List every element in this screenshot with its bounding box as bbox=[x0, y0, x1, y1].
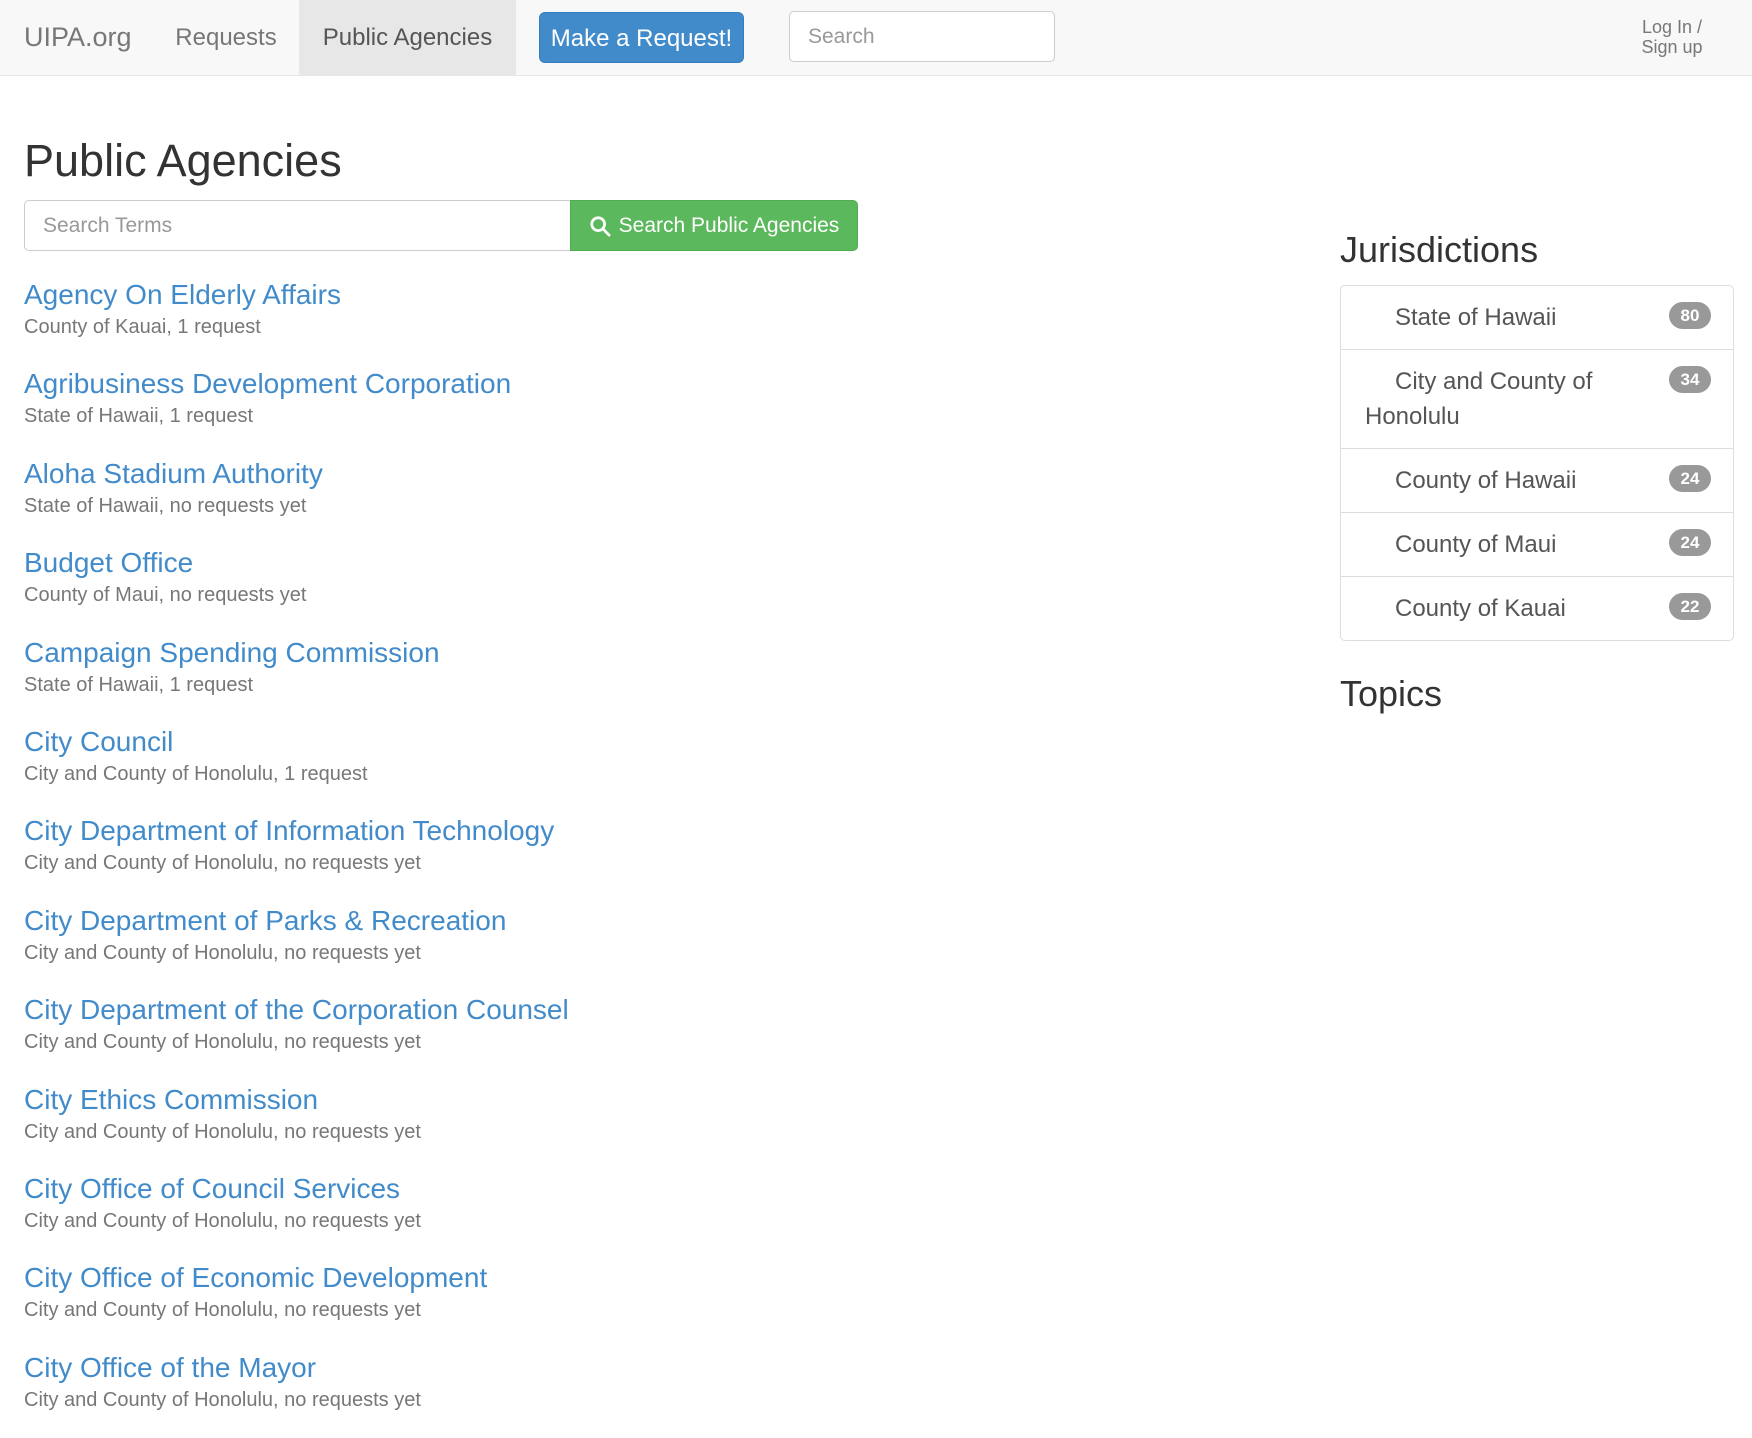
agency-link[interactable]: Campaign Spending Commission bbox=[24, 633, 1224, 673]
jurisdiction-label: County of Kauai bbox=[1395, 595, 1566, 622]
agency-meta: County of Kauai, 1 request bbox=[24, 316, 261, 338]
jurisdictions-list: State of Hawaii 80 City and County of Ho… bbox=[1340, 285, 1734, 641]
agency-link[interactable]: Budget Office bbox=[24, 543, 1224, 583]
agency-meta: City and County of Honolulu, no requests… bbox=[24, 1209, 421, 1232]
agency-item: Aloha Stadium Authority State of Hawaii,… bbox=[24, 454, 1224, 543]
jurisdiction-item[interactable]: County of Kauai 22 bbox=[1341, 576, 1733, 640]
signup-label: Sign up bbox=[1641, 37, 1703, 57]
jurisdictions-heading: Jurisdictions bbox=[1340, 229, 1539, 270]
jurisdiction-count-badge: 22 bbox=[1669, 593, 1711, 620]
agency-meta: State of Hawaii, 1 request bbox=[24, 673, 254, 696]
navbar: UIPA.org Requests Public Agencies Make a… bbox=[0, 0, 1752, 76]
jurisdiction-count-badge: 24 bbox=[1669, 529, 1711, 556]
search-button-label: Search Public Agencies bbox=[618, 213, 840, 237]
agency-list: Agency On Elderly Affairs County of Kaua… bbox=[24, 275, 1224, 1437]
agency-link[interactable]: Aloha Stadium Authority bbox=[24, 454, 1224, 494]
jurisdiction-item[interactable]: County of Maui 24 bbox=[1341, 512, 1733, 576]
agency-meta: City and County of Honolulu, no requests… bbox=[24, 852, 421, 875]
agency-item: Budget Office County of Maui, no request… bbox=[24, 543, 1224, 632]
jurisdiction-label: State of Hawaii bbox=[1395, 304, 1557, 331]
agency-item: City Department of Information Technolog… bbox=[24, 811, 1224, 900]
agency-meta: City and County of Honolulu, no requests… bbox=[24, 1388, 421, 1411]
agency-meta: County of Maui, no requests yet bbox=[24, 584, 307, 607]
agency-link[interactable]: City Council bbox=[24, 722, 1224, 762]
agency-item: City Department of the Corporation Couns… bbox=[24, 990, 1224, 1079]
jurisdiction-item[interactable]: State of Hawaii 80 bbox=[1341, 286, 1733, 349]
search-terms-input[interactable] bbox=[24, 200, 571, 251]
agency-item: City Council City and County of Honolulu… bbox=[24, 722, 1224, 811]
nav-search-input[interactable] bbox=[789, 11, 1055, 62]
agency-search-form: Search Public Agencies bbox=[24, 200, 858, 251]
jurisdiction-item[interactable]: County of Hawaii 24 bbox=[1341, 448, 1733, 512]
agency-link[interactable]: City Office of Council Services bbox=[24, 1169, 1224, 1209]
agency-meta: State of Hawaii, no requests yet bbox=[24, 494, 307, 517]
agency-item: Campaign Spending Commission State of Ha… bbox=[24, 633, 1224, 722]
login-label: Log In / bbox=[1641, 17, 1703, 37]
jurisdiction-item[interactable]: City and County of Honolulu 34 bbox=[1341, 349, 1733, 448]
make-request-button[interactable]: Make a Request! bbox=[539, 12, 744, 63]
search-public-agencies-button[interactable]: Search Public Agencies bbox=[570, 200, 858, 251]
page-title: Public Agencies bbox=[24, 135, 342, 186]
nav-public-agencies[interactable]: Public Agencies bbox=[299, 0, 516, 75]
brand-link[interactable]: UIPA.org bbox=[24, 0, 132, 75]
agency-item: City Office of Economic Development City… bbox=[24, 1258, 1224, 1347]
agency-meta: City and County of Honolulu, no requests… bbox=[24, 941, 421, 964]
agency-link[interactable]: City Office of the Mayor bbox=[24, 1348, 1224, 1388]
jurisdiction-count-badge: 24 bbox=[1669, 465, 1711, 492]
search-icon bbox=[590, 215, 611, 237]
agency-link[interactable]: Agency On Elderly Affairs bbox=[24, 275, 1224, 315]
jurisdiction-label: County of Maui bbox=[1395, 531, 1557, 558]
nav-requests[interactable]: Requests bbox=[152, 0, 300, 75]
agency-link[interactable]: City Ethics Commission bbox=[24, 1080, 1224, 1120]
topics-heading: Topics bbox=[1340, 673, 1443, 714]
agency-meta: City and County of Honolulu, no requests… bbox=[24, 1120, 421, 1143]
jurisdiction-count-badge: 34 bbox=[1669, 366, 1711, 393]
agency-meta: City and County of Honolulu, no requests… bbox=[24, 1299, 421, 1322]
agency-link[interactable]: Agribusiness Development Corporation bbox=[24, 364, 1224, 404]
agency-link[interactable]: City Office of Economic Development bbox=[24, 1258, 1224, 1298]
agency-link[interactable]: City Department of Parks & Recreation bbox=[24, 901, 1224, 941]
agency-meta: City and County of Honolulu, no requests… bbox=[24, 1031, 421, 1054]
jurisdiction-label: County of Hawaii bbox=[1395, 467, 1577, 494]
agency-meta: City and County of Honolulu, 1 request bbox=[24, 762, 368, 785]
agency-item: Agency On Elderly Affairs County of Kaua… bbox=[24, 275, 1224, 364]
jurisdiction-label: City and County of Honolulu bbox=[1365, 368, 1593, 430]
login-signup-link[interactable]: Log In / Sign up bbox=[1632, 17, 1712, 57]
agency-item: City Department of Parks & Recreation Ci… bbox=[24, 901, 1224, 990]
agency-link[interactable]: City Department of Information Technolog… bbox=[24, 811, 1224, 851]
jurisdiction-count-badge: 80 bbox=[1669, 302, 1711, 329]
agency-meta: State of Hawaii, 1 request bbox=[24, 405, 254, 428]
agency-item: Agribusiness Development Corporation Sta… bbox=[24, 364, 1224, 453]
agency-link[interactable]: City Department of the Corporation Couns… bbox=[24, 990, 1224, 1030]
agency-item: City Office of Council Services City and… bbox=[24, 1169, 1224, 1258]
agency-item: City Ethics Commission City and County o… bbox=[24, 1080, 1224, 1169]
agency-item: City Office of the Mayor City and County… bbox=[24, 1348, 1224, 1437]
